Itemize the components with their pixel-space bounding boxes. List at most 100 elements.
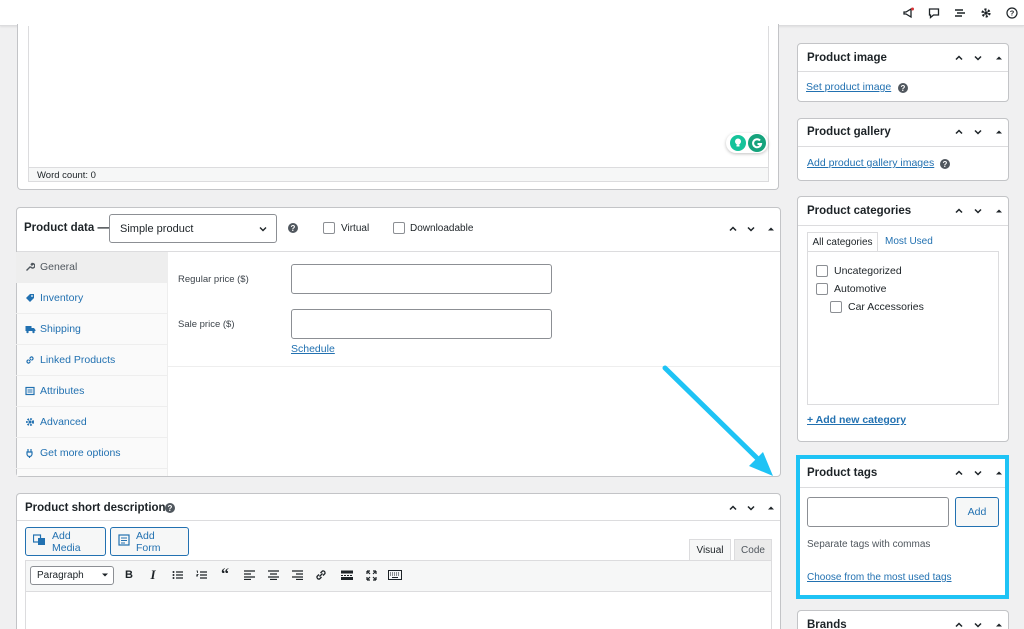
virtual-checkbox[interactable] [323, 222, 335, 234]
help-icon[interactable]: ? [165, 503, 175, 513]
fullscreen-icon[interactable] [364, 568, 378, 582]
move-up-icon[interactable] [726, 222, 740, 236]
tag-input[interactable] [807, 497, 949, 527]
move-down-icon[interactable] [744, 501, 758, 515]
outline-icon[interactable] [952, 5, 968, 21]
italic-icon[interactable]: I [146, 567, 160, 582]
brands-title: Brands [807, 619, 847, 629]
megaphone-icon[interactable] [900, 5, 916, 21]
category-checkbox[interactable] [830, 301, 842, 313]
tab-advanced[interactable]: Advanced [16, 407, 168, 438]
chevron-down-icon [258, 224, 268, 237]
bold-icon[interactable]: B [122, 568, 136, 582]
tab-code[interactable]: Code [734, 539, 772, 560]
move-down-icon[interactable] [971, 51, 985, 65]
add-gallery-images-link[interactable]: Add product gallery images [807, 157, 934, 169]
collapse-icon[interactable] [992, 125, 1006, 139]
tab-general[interactable]: General [16, 252, 168, 283]
choose-most-used-tags-link[interactable]: Choose from the most used tags [807, 572, 952, 583]
collapse-icon[interactable] [992, 51, 1006, 65]
category-label: Automotive [834, 283, 887, 295]
move-up-icon[interactable] [952, 125, 966, 139]
regular-price-input[interactable] [291, 264, 552, 294]
tab-label: Get more options [40, 447, 121, 459]
settings-gear-icon[interactable] [978, 5, 994, 21]
help-icon[interactable]: ? [288, 223, 298, 233]
short-description-editor[interactable] [25, 592, 772, 629]
category-label: Uncategorized [834, 265, 902, 277]
tab-visual[interactable]: Visual [689, 539, 731, 560]
product-type-select[interactable]: Simple product [109, 214, 277, 243]
add-form-button[interactable]: Add Form [110, 527, 189, 556]
grammarly-icon[interactable] [748, 134, 766, 152]
grammarly-widget[interactable] [726, 133, 768, 153]
add-new-category-link[interactable]: + Add new category [807, 414, 906, 426]
help-icon[interactable]: ? [898, 83, 908, 93]
tab-visual-label: Visual [696, 544, 724, 556]
collapse-icon[interactable] [764, 222, 778, 236]
divider [798, 487, 1008, 488]
move-down-icon[interactable] [744, 222, 758, 236]
move-up-icon[interactable] [952, 51, 966, 65]
editor-area[interactable] [28, 26, 769, 167]
link-icon[interactable] [314, 568, 328, 582]
bullet-list-icon[interactable] [170, 568, 184, 582]
tab-label: General [40, 261, 78, 273]
move-down-icon[interactable] [971, 466, 985, 480]
chevron-down-icon [101, 571, 109, 582]
move-down-icon[interactable] [971, 618, 985, 629]
tab-all-categories[interactable]: All categories [807, 232, 878, 252]
plugin-icon [24, 447, 36, 459]
truck-icon [24, 323, 36, 335]
lightbulb-icon[interactable] [730, 135, 746, 151]
blockquote-icon[interactable]: “ [218, 566, 232, 583]
add-media-button[interactable]: Add Media [25, 527, 106, 556]
tab-attributes[interactable]: Attributes [16, 376, 168, 407]
collapse-icon[interactable] [992, 466, 1006, 480]
product-tags-title: Product tags [807, 467, 878, 479]
set-product-image-link[interactable]: Set product image [806, 81, 891, 93]
category-uncategorized[interactable]: Uncategorized [816, 265, 902, 277]
comment-icon[interactable] [926, 5, 942, 21]
align-right-icon[interactable] [290, 568, 304, 582]
help-icon[interactable]: ? [1004, 5, 1020, 21]
align-center-icon[interactable] [266, 568, 280, 582]
collapse-icon[interactable] [992, 618, 1006, 629]
category-label: Car Accessories [848, 301, 924, 313]
add-form-label: Add Form [136, 529, 161, 554]
divider [17, 520, 780, 521]
numbered-list-icon[interactable] [194, 568, 208, 582]
move-up-icon[interactable] [952, 618, 966, 629]
collapse-icon[interactable] [764, 501, 778, 515]
schedule-link[interactable]: Schedule [291, 343, 335, 355]
format-select[interactable]: Paragraph [30, 566, 114, 585]
move-down-icon[interactable] [971, 204, 985, 218]
align-left-icon[interactable] [242, 568, 256, 582]
tab-get-more-options[interactable]: Get more options [16, 438, 168, 469]
svg-text:?: ? [1010, 9, 1015, 18]
move-down-icon[interactable] [971, 125, 985, 139]
tab-inventory[interactable]: Inventory [16, 283, 168, 314]
add-tag-button[interactable]: Add [955, 497, 999, 527]
move-up-icon[interactable] [952, 466, 966, 480]
tab-shipping[interactable]: Shipping [16, 314, 168, 345]
move-up-icon[interactable] [726, 501, 740, 515]
sale-price-input[interactable] [291, 309, 552, 339]
move-up-icon[interactable] [952, 204, 966, 218]
collapse-icon[interactable] [992, 204, 1006, 218]
tab-all-label: All categories [812, 237, 873, 248]
tab-linked-products[interactable]: Linked Products [16, 345, 168, 376]
read-more-icon[interactable] [340, 568, 354, 582]
keyboard-icon[interactable] [388, 568, 402, 582]
category-checkbox[interactable] [816, 283, 828, 295]
category-checkbox[interactable] [816, 265, 828, 277]
category-automotive[interactable]: Automotive [816, 283, 887, 295]
tab-most-used[interactable]: Most Used [885, 236, 933, 247]
regular-price-label: Regular price ($) [178, 274, 249, 285]
category-car-accessories[interactable]: Car Accessories [830, 301, 924, 313]
add-media-label: Add Media [52, 529, 81, 554]
help-icon[interactable]: ? [940, 159, 950, 169]
sale-price-label: Sale price ($) [178, 319, 235, 330]
downloadable-checkbox[interactable] [393, 222, 405, 234]
product-image-title: Product image [807, 52, 887, 64]
